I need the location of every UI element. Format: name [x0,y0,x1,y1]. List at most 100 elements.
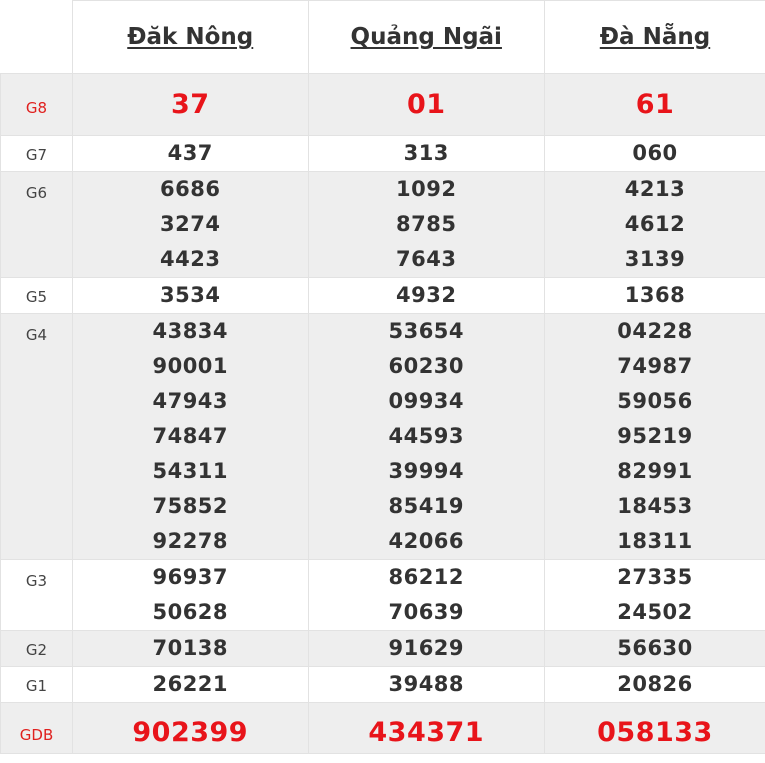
prize-number: 92278 [73,524,308,559]
province-link[interactable]: Quảng Ngãi [351,24,502,50]
prize-number: 95219 [545,419,765,454]
prize-value-cell: 61 [545,74,765,136]
prize-label-cell: G6 [1,172,73,278]
province-header-quang-ngai[interactable]: Quảng Ngãi [308,1,545,74]
prize-value-cell: 9693750628 [73,560,309,631]
prize-value-cell: 8621270639 [308,560,545,631]
province-header-da-nang[interactable]: Đà Nẵng [545,1,765,74]
prize-value-cell: 668632744423 [73,172,309,278]
prize-label: G6 [1,184,72,202]
prize-number: 434371 [309,703,545,753]
prize-number: 44593 [309,419,545,454]
prize-row-g5: G5353449321368 [1,278,765,314]
prize-label: G3 [1,572,72,590]
prize-number: 43834 [73,314,308,349]
prize-value-cell: 313 [308,136,545,172]
prize-value-cell: 91629 [308,631,545,667]
prize-label-cell: G4 [1,314,73,560]
prize-number: 3274 [73,207,308,242]
prize-value-cell: 53654602300993444593399948541942066 [308,314,545,560]
prize-label-cell: G5 [1,278,73,314]
prize-number: 8785 [309,207,545,242]
prize-number: 04228 [545,314,765,349]
prize-row-g4: G443834900014794374847543117585292278536… [1,314,765,560]
prize-value-cell: 109287857643 [308,172,545,278]
province-header-dak-nong[interactable]: Đăk Nông [73,1,309,74]
prize-number: 39488 [309,667,545,702]
prize-label-cell: G2 [1,631,73,667]
prize-value-cell: 060 [545,136,765,172]
prize-number: 1368 [545,278,765,313]
prize-number: 54311 [73,454,308,489]
prize-value-cell: 437 [73,136,309,172]
prize-value-cell: 39488 [308,667,545,703]
prize-number: 3139 [545,242,765,277]
prize-label: G5 [1,288,72,306]
prize-number: 74847 [73,419,308,454]
prize-number: 90001 [73,349,308,384]
prize-number: 313 [309,136,545,171]
prize-number: 96937 [73,560,308,595]
header-row: Đăk Nông Quảng Ngãi Đà Nẵng [1,1,765,74]
prize-number: 82991 [545,454,765,489]
prize-row-gdb: GDB902399434371058133 [1,703,765,754]
prize-number: 058133 [545,703,765,753]
prize-number: 3534 [73,278,308,313]
prize-label: GDB [1,726,72,744]
prize-number: 37 [73,74,308,135]
prize-label: G7 [1,146,72,164]
prize-number: 27335 [545,560,765,595]
province-link[interactable]: Đà Nẵng [600,24,710,50]
prize-number: 09934 [309,384,545,419]
header-corner [1,1,73,74]
prize-value-cell: 56630 [545,631,765,667]
prize-row-g7: G7437313060 [1,136,765,172]
prize-number: 42066 [309,524,545,559]
prize-label-cell: GDB [1,703,73,754]
prize-number: 20826 [545,667,765,702]
prize-number: 50628 [73,595,308,630]
prize-value-cell: 26221 [73,667,309,703]
prize-number: 60230 [309,349,545,384]
province-link[interactable]: Đăk Nông [127,24,253,50]
prize-number: 85419 [309,489,545,524]
prize-label-cell: G1 [1,667,73,703]
prize-number: 86212 [309,560,545,595]
prize-number: 59056 [545,384,765,419]
prize-label-cell: G3 [1,560,73,631]
prize-label: G4 [1,326,72,344]
prize-number: 4612 [545,207,765,242]
prize-number: 61 [545,74,765,135]
prize-number: 7643 [309,242,545,277]
prize-number: 74987 [545,349,765,384]
prize-value-cell: 01 [308,74,545,136]
prize-number: 902399 [73,703,308,753]
prize-value-cell: 421346123139 [545,172,765,278]
prize-value-cell: 2733524502 [545,560,765,631]
prize-row-g2: G2701389162956630 [1,631,765,667]
prize-number: 26221 [73,667,308,702]
prize-number: 91629 [309,631,545,666]
prize-number: 060 [545,136,765,171]
prize-label: G1 [1,677,72,695]
prize-label-cell: G7 [1,136,73,172]
prize-value-cell: 04228749875905695219829911845318311 [545,314,765,560]
prize-number: 4932 [309,278,545,313]
prize-number: 6686 [73,172,308,207]
prize-number: 18453 [545,489,765,524]
prize-number: 24502 [545,595,765,630]
prize-value-cell: 3534 [73,278,309,314]
prize-row-g3: G3969375062886212706392733524502 [1,560,765,631]
prize-value-cell: 4932 [308,278,545,314]
prize-number: 53654 [309,314,545,349]
prize-value-cell: 43834900014794374847543117585292278 [73,314,309,560]
prize-number: 1092 [309,172,545,207]
prize-number: 01 [309,74,545,135]
prize-number: 75852 [73,489,308,524]
prize-value-cell: 37 [73,74,309,136]
prize-value-cell: 058133 [545,703,765,754]
prize-row-g8: G8370161 [1,74,765,136]
lottery-results-table: Đăk Nông Quảng Ngãi Đà Nẵng G8370161G743… [0,0,765,754]
prize-row-g1: G1262213948820826 [1,667,765,703]
prize-number: 56630 [545,631,765,666]
